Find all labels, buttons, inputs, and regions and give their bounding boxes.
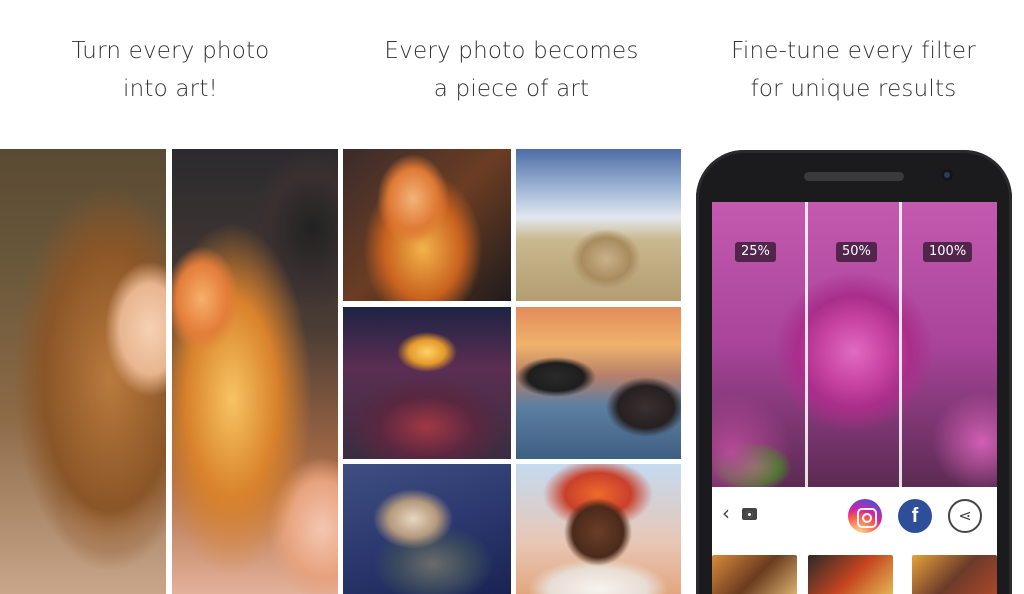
filter-thumbnail[interactable] (712, 555, 797, 594)
caption-line: into art! (123, 76, 218, 102)
art-tile-sunset-coast (516, 307, 681, 459)
caption-line: Fine-tune every filter (731, 38, 976, 64)
caption-line: Every photo becomes (384, 38, 639, 64)
filter-thumbnail[interactable] (808, 555, 893, 594)
strength-divider (805, 202, 808, 487)
strength-divider (899, 202, 902, 487)
phone-mockup: 25% 50% 100% ‹ f ⋖ (696, 150, 1012, 594)
phone-screen: 25% 50% 100% ‹ f ⋖ (712, 202, 997, 594)
strength-badge-25: 25% (735, 242, 776, 262)
caption-line: Turn every photo (71, 38, 270, 64)
art-filtered-photo (172, 149, 338, 594)
art-tile-boat (343, 464, 511, 594)
front-camera (941, 169, 953, 181)
caption-every-photo-becomes: Every photo becomes a piece of art (341, 32, 682, 108)
strength-badge-50: 50% (836, 242, 877, 262)
share-icon[interactable]: ⋖ (948, 499, 982, 533)
art-tile-portrait (343, 149, 511, 301)
phone-earpiece (804, 172, 904, 181)
art-tile-hay-bale (516, 149, 681, 301)
caption-fine-tune: Fine-tune every filter for unique result… (683, 32, 1024, 108)
back-icon[interactable]: ‹ (722, 501, 730, 525)
art-tile-smiling-woman (516, 464, 681, 594)
caption-line: a piece of art (433, 76, 590, 102)
filter-thumbnail[interactable] (912, 555, 997, 594)
original-photo (0, 149, 166, 594)
filter-thumbnails (712, 555, 997, 594)
camera-icon[interactable] (742, 508, 757, 520)
before-after-portrait (0, 149, 338, 594)
strength-badge-100: 100% (923, 242, 973, 262)
caption-line: for unique results (750, 76, 957, 102)
art-tile-street-festival (343, 307, 511, 459)
instagram-icon[interactable] (848, 499, 882, 533)
facebook-icon[interactable]: f (898, 499, 932, 533)
share-toolbar: ‹ f ⋖ (712, 487, 997, 543)
caption-turn-every-photo: Turn every photo into art! (0, 32, 341, 108)
